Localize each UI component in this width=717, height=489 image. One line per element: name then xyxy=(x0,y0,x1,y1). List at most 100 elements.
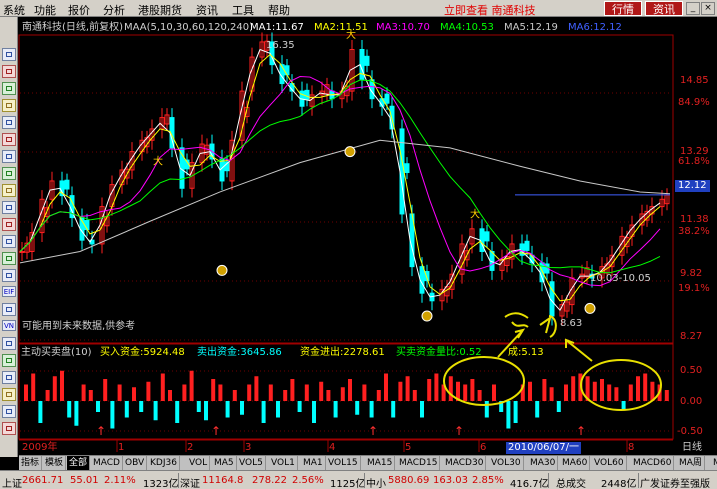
flow-bar xyxy=(384,373,388,401)
flow-bar xyxy=(628,384,633,401)
flow-bar xyxy=(103,379,108,401)
tab-MA周[interactable]: MA周 xyxy=(677,456,705,471)
price-tick: 11.38 xyxy=(680,214,709,225)
flow-bar xyxy=(621,401,626,410)
tab-KDJ36[interactable]: KDJ36 xyxy=(148,456,180,471)
flow-bar xyxy=(60,370,64,401)
tab-指标[interactable]: 指标 xyxy=(19,456,43,471)
ma5-line xyxy=(19,139,671,264)
ma6-value: MA6:12.12 xyxy=(568,22,622,33)
flow-bar xyxy=(31,373,36,401)
tab-VOL30[interactable]: VOL30 xyxy=(489,456,524,471)
tab-MA1[interactable]: MA1 xyxy=(301,456,326,471)
flow-bar xyxy=(535,401,540,418)
flow-bar xyxy=(153,401,158,421)
highlight-circle xyxy=(443,356,525,406)
sh-change: 55.01 xyxy=(70,475,99,486)
flow-bar xyxy=(96,401,100,412)
flow-bar xyxy=(88,390,93,401)
zx-index: 5880.69 xyxy=(388,475,430,486)
flow-bar xyxy=(225,401,230,418)
flow-bar xyxy=(564,384,568,401)
candle-body xyxy=(359,49,365,81)
tab-VOL1[interactable]: VOL1 xyxy=(269,456,298,471)
sell-marker: 大 xyxy=(153,154,163,167)
tab-全部[interactable]: 全部 xyxy=(67,456,91,471)
tab-MA15[interactable]: MA15 xyxy=(365,456,396,471)
flow-bar xyxy=(211,379,216,401)
tab-MACD30[interactable]: MACD30 xyxy=(443,456,487,471)
flow-bar xyxy=(110,401,115,429)
future-data-note: 可能用到未来数据,供参考 xyxy=(22,321,136,332)
flow-bar xyxy=(139,401,144,412)
flow-bar xyxy=(528,381,532,401)
flow-bar xyxy=(420,401,424,418)
indicator-name: 主动买卖盘(10) xyxy=(21,347,92,358)
ma3-line xyxy=(19,76,661,287)
flow-bar xyxy=(261,401,266,423)
tab-VOL[interactable]: VOL xyxy=(187,456,211,471)
flow-bar xyxy=(391,401,396,418)
flow-bar xyxy=(124,401,129,418)
sz-pct: 2.56% xyxy=(292,475,324,486)
flow-bar xyxy=(168,390,172,401)
tab-OBV[interactable]: OBV xyxy=(123,456,148,471)
status-bar: 上证 2661.71 55.01 2.11% 1323亿 深证 11164.8 … xyxy=(0,470,717,489)
price-chart[interactable]: 大大大↑ ↑ ↑ ↑ ↑ xyxy=(0,0,717,489)
up-arrow-icon: ↑ xyxy=(368,424,378,438)
flow-bar xyxy=(297,401,302,412)
pct-tick: 84.9% xyxy=(678,97,710,108)
up-arrow-icon: ↑ xyxy=(454,424,464,438)
zx-pct: 2.85% xyxy=(472,475,504,486)
flow-bar xyxy=(664,390,669,401)
flow-bar xyxy=(376,390,381,401)
tab-MACD60[interactable]: MACD60 xyxy=(631,456,675,471)
tab-MA5[interactable]: MA5 xyxy=(212,456,237,471)
pct-tick: 61.8% xyxy=(678,156,710,167)
tab-模板[interactable]: 模板 xyxy=(43,456,67,471)
candle-body xyxy=(384,93,390,104)
flow-bar xyxy=(312,401,316,423)
up-arrow-icon: ↑ xyxy=(96,424,106,438)
flow-bar xyxy=(204,401,208,421)
flow-bar xyxy=(146,381,151,401)
flow-bar xyxy=(67,401,72,418)
flow-bar xyxy=(117,384,122,401)
zx-label: 中小 xyxy=(366,479,386,489)
flow-bar xyxy=(52,376,57,401)
tab-MAA[interactable]: MAA xyxy=(711,456,717,471)
period-label[interactable]: 日线 xyxy=(682,442,702,454)
flow-bar xyxy=(513,401,518,423)
month-label: 6 xyxy=(480,442,487,453)
flow-bar xyxy=(492,384,496,401)
flow-bar xyxy=(614,387,619,401)
range-label: 10.03-10.05 xyxy=(590,273,651,284)
flow-bar xyxy=(643,373,648,401)
candle-body xyxy=(484,231,490,242)
extra-value: 成:5.13 xyxy=(508,347,544,358)
flow-bar xyxy=(319,381,324,401)
pct-tick: 19.1% xyxy=(678,283,710,294)
tab-VOL15[interactable]: VOL15 xyxy=(326,456,361,471)
flow-bar xyxy=(81,384,86,401)
tab-MA30[interactable]: MA30 xyxy=(528,456,559,471)
sell-marker: 大 xyxy=(470,207,480,220)
broker-name: 广发证券至强版 xyxy=(640,479,710,489)
flow-bar xyxy=(283,390,288,401)
flow-bar xyxy=(326,390,331,401)
tab-MACD15[interactable]: MACD15 xyxy=(397,456,441,471)
tab-MA60[interactable]: MA60 xyxy=(560,456,591,471)
flow-bar xyxy=(74,401,79,426)
tab-MACD[interactable]: MACD xyxy=(91,456,123,471)
candle-body xyxy=(524,240,530,251)
candle-body xyxy=(64,179,70,190)
tab-VOL60[interactable]: VOL60 xyxy=(592,456,627,471)
sz-volume: 1125亿 xyxy=(330,479,366,489)
sz-label: 深证 xyxy=(180,479,200,489)
flow-bar xyxy=(160,373,165,401)
flow-bar xyxy=(196,401,201,412)
flow-bar xyxy=(556,401,561,412)
tab-VOL5[interactable]: VOL5 xyxy=(237,456,266,471)
flow-bar xyxy=(333,401,338,418)
osc-tick: -0.50 xyxy=(677,426,703,437)
